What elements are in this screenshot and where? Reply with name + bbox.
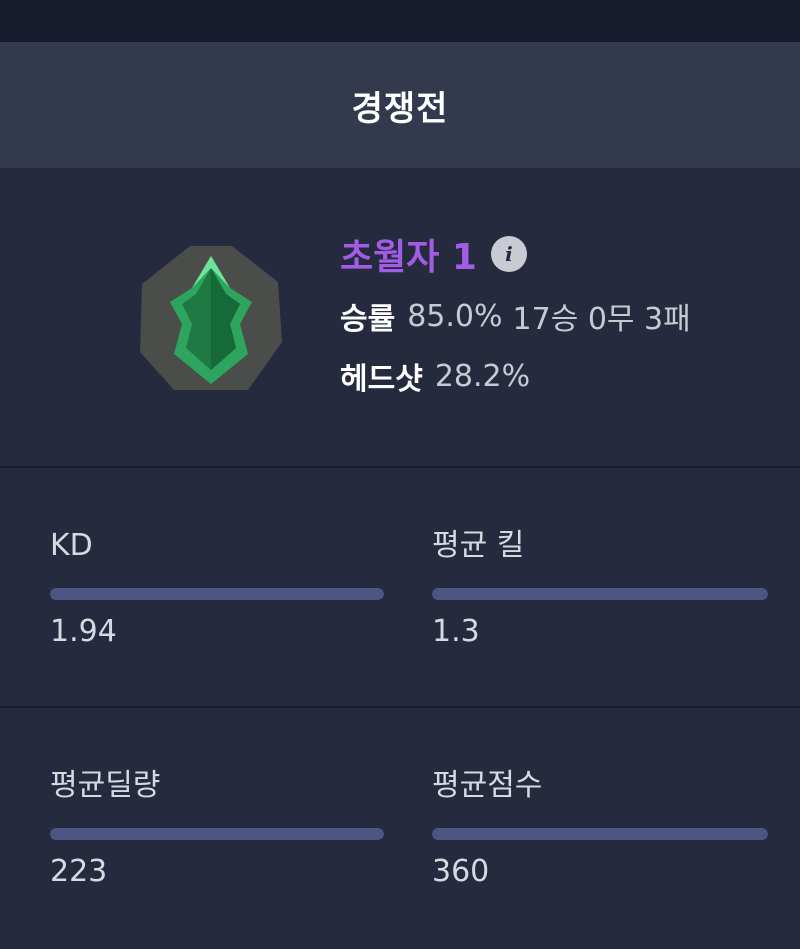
- metric-average-score: 평균점수 360: [432, 766, 768, 892]
- metric-label: KD: [50, 528, 93, 563]
- metric-bar: [50, 828, 384, 840]
- metric-value: 1.3: [432, 614, 480, 649]
- rank-section: 초월자 1 i 승률 85.0% 17승 0무 3패 헤드샷 28.2%: [0, 168, 800, 468]
- win-rate-line: 승률 85.0% 17승 0무 3패: [340, 288, 691, 344]
- card-header: 경쟁전: [0, 42, 800, 168]
- rank-name: 초월자 1: [340, 237, 477, 278]
- metric-kd: KD 1.94: [50, 526, 384, 652]
- metric-bar-fill: [50, 828, 384, 840]
- metric-bar-fill: [432, 828, 768, 840]
- top-strip: [0, 0, 800, 42]
- metric-average-damage: 평균딜량 223: [50, 766, 384, 892]
- metric-bar: [50, 588, 384, 600]
- metric-bar-fill: [50, 588, 384, 600]
- win-rate-label: 승률: [340, 302, 396, 337]
- match-record: 17승 0무 3패: [512, 302, 691, 337]
- metric-bar: [432, 588, 768, 600]
- metric-bar-fill: [432, 588, 768, 600]
- metric-value: 1.94: [50, 614, 117, 649]
- metric-value: 223: [50, 854, 108, 889]
- metric-bar: [432, 828, 768, 840]
- card-title: 경쟁전: [351, 88, 449, 129]
- headshot-label: 헤드샷: [340, 362, 423, 397]
- metric-label: 평균 킬: [432, 528, 525, 563]
- metric-row-2: 평균딜량 223 평균점수 360: [0, 708, 800, 946]
- headshot-value: 28.2%: [434, 358, 531, 394]
- rank-name-row: 초월자 1 i: [340, 230, 691, 278]
- metric-row-1: KD 1.94 평균 킬 1.3: [0, 468, 800, 708]
- metric-value: 360: [432, 854, 490, 889]
- competitive-card: 경쟁전 초월자 1 i 승률 85.0% 17승 0무 3패 헤드샷 28.2%…: [0, 42, 800, 949]
- info-icon[interactable]: i: [490, 236, 527, 272]
- metric-label: 평균점수: [432, 768, 543, 803]
- rank-info: 초월자 1 i 승률 85.0% 17승 0무 3패 헤드샷 28.2%: [340, 230, 691, 404]
- metric-label: 평균딜량: [50, 768, 161, 803]
- headshot-line: 헤드샷 28.2%: [340, 348, 691, 404]
- win-rate-value: 85.0%: [407, 298, 503, 334]
- emerald-rank-emblem-icon: [140, 244, 282, 394]
- metric-average-kills: 평균 킬 1.3: [432, 526, 768, 652]
